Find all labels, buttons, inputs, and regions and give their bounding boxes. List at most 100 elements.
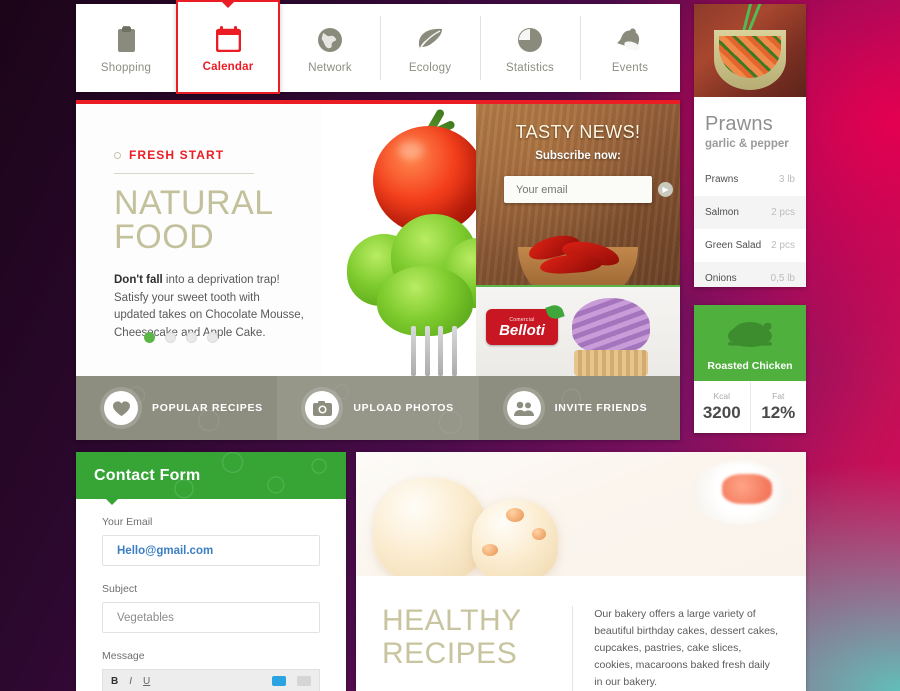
stat-kcal: Kcal 3200 bbox=[694, 381, 750, 433]
action-upload-photos[interactable]: UPLOAD PHOTOS bbox=[277, 376, 479, 440]
crumb-shape bbox=[532, 528, 546, 540]
fork-shape bbox=[411, 326, 457, 376]
play-arrow-icon[interactable]: ▶ bbox=[658, 182, 673, 197]
healthy-title-line-1: HEALTHY bbox=[382, 604, 522, 637]
color-swatch-blue-icon[interactable] bbox=[272, 676, 286, 686]
belloti-logo: Comercial Belloti bbox=[486, 302, 565, 345]
email-field[interactable]: Hello@gmail.com bbox=[102, 535, 320, 566]
leaf-icon bbox=[416, 23, 444, 53]
hero-panel: FRESH START NATURAL FOOD Don't fall into… bbox=[76, 100, 680, 440]
action-label: UPLOAD PHOTOS bbox=[353, 402, 454, 414]
contact-form-card: Contact Form Your Email Hello@gmail.com … bbox=[76, 452, 346, 691]
ingredient-row: Prawns 3 lb bbox=[694, 163, 806, 196]
subject-field[interactable]: Vegetables bbox=[102, 602, 320, 633]
nav-item-label: Shopping bbox=[100, 61, 152, 74]
healthy-title-line-2: RECIPES bbox=[382, 637, 518, 670]
hero-copy: FRESH START NATURAL FOOD Don't fall into… bbox=[114, 148, 344, 342]
healthy-recipes-text: Our bakery offers a large variety of bea… bbox=[594, 604, 780, 691]
hero-title: NATURAL FOOD bbox=[114, 186, 344, 254]
bold-button[interactable]: B bbox=[111, 676, 118, 687]
hero-description-bold: Don't fall bbox=[114, 274, 163, 286]
action-label: INVITE FRIENDS bbox=[554, 402, 648, 414]
nav-item-shopping[interactable]: Shopping bbox=[76, 4, 176, 92]
email-field-label: Your Email bbox=[102, 516, 153, 528]
ingredient-row: Onions 0,5 lb bbox=[694, 262, 806, 287]
healthy-recipes-card: HEALTHY RECIPES Our bakery offers a larg… bbox=[356, 452, 806, 691]
nav-item-events[interactable]: Events bbox=[580, 4, 680, 92]
carousel-dot-1[interactable] bbox=[144, 332, 155, 343]
recipe-image-prawns bbox=[694, 4, 806, 97]
healthy-recipes-title: HEALTHY RECIPES bbox=[382, 604, 572, 691]
message-field-label: Message bbox=[102, 650, 145, 662]
underline-button[interactable]: U bbox=[143, 676, 150, 687]
message-editor-toolbar: B I U bbox=[102, 669, 320, 691]
ingredient-qty: 2 pcs bbox=[771, 240, 795, 251]
brand-top-word: Comercial bbox=[509, 316, 535, 323]
hero-title-line-1: NATURAL bbox=[114, 184, 274, 222]
stat-key: Kcal bbox=[713, 391, 731, 401]
carousel-dot-2[interactable] bbox=[165, 332, 176, 343]
nav-item-label: Ecology bbox=[408, 61, 452, 74]
cupcake-image bbox=[568, 298, 654, 376]
carousel-dot-3[interactable] bbox=[186, 332, 197, 343]
active-tab-arrow-icon bbox=[222, 2, 234, 8]
chili-bowl-shape bbox=[518, 231, 638, 285]
hero-eyebrow-label: FRESH START bbox=[129, 148, 225, 162]
action-invite-friends[interactable]: INVITE FRIENDS bbox=[479, 376, 680, 440]
stat-value: 3200 bbox=[702, 403, 741, 422]
contact-form-header: Contact Form bbox=[76, 452, 346, 505]
recipe-title: Prawns bbox=[705, 113, 773, 135]
subject-field-label: Subject bbox=[102, 583, 138, 595]
bell-icon bbox=[616, 23, 644, 53]
newsletter-subtitle: Subscribe now: bbox=[535, 150, 621, 162]
hero-title-line-2: FOOD bbox=[114, 218, 215, 256]
brand-name: Belloti bbox=[499, 321, 545, 339]
crumb-shape bbox=[506, 508, 524, 522]
ingredient-row: Salmon 2 pcs bbox=[694, 196, 806, 229]
ingredient-name: Prawns bbox=[705, 174, 739, 185]
main-navigation: Shopping Calendar Network Ecology Statis bbox=[76, 0, 680, 94]
nav-item-calendar[interactable]: Calendar bbox=[176, 0, 280, 94]
italic-button[interactable]: I bbox=[129, 676, 132, 687]
color-swatch-gray-icon[interactable] bbox=[297, 676, 311, 686]
background-berry-shape bbox=[722, 474, 772, 504]
cupcake-frosting-shape bbox=[572, 298, 650, 354]
bullet-ring-icon bbox=[114, 151, 121, 159]
contact-form-fields: Your Email Hello@gmail.com Subject Veget… bbox=[76, 516, 346, 691]
clipboard-icon bbox=[115, 23, 138, 53]
promo-strip: Comercial Belloti bbox=[476, 285, 680, 376]
stat-fat: Fat 12% bbox=[749, 381, 807, 433]
nav-item-label: Network bbox=[308, 61, 352, 74]
nav-item-label: Events bbox=[611, 61, 649, 74]
newsletter-field[interactable]: ▶ bbox=[504, 176, 673, 203]
header-notch-icon bbox=[106, 499, 118, 505]
heart-icon bbox=[104, 391, 138, 425]
action-popular-recipes[interactable]: POPULAR RECIPES bbox=[76, 376, 277, 440]
users-icon bbox=[506, 391, 541, 425]
logo-leaf-icon bbox=[545, 302, 565, 322]
nav-item-statistics[interactable]: Statistics bbox=[480, 4, 580, 92]
nav-item-ecology[interactable]: Ecology bbox=[380, 4, 480, 92]
carousel-dot-4[interactable] bbox=[207, 332, 218, 343]
hero-action-bar: POPULAR RECIPES UPLOAD PHOTOS INVITE FRI… bbox=[76, 376, 680, 440]
ingredient-name: Salmon bbox=[705, 207, 739, 218]
newsletter-panel: TASTY NEWS! Subscribe now: ▶ bbox=[476, 104, 680, 285]
nav-item-label: Calendar bbox=[202, 60, 254, 73]
ingredient-name: Onions bbox=[705, 273, 737, 284]
stat-key: Fat bbox=[772, 391, 785, 401]
ingredient-row: Green Salad 2 pcs bbox=[694, 229, 806, 262]
ingredient-name: Green Salad bbox=[705, 240, 762, 251]
newsletter-title: TASTY NEWS! bbox=[515, 122, 641, 142]
nutrition-card-label: Roasted Chicken bbox=[707, 360, 793, 372]
nutrition-card: Roasted Chicken Kcal 3200 Fat 12% bbox=[694, 305, 806, 433]
stat-value: 12% bbox=[761, 403, 796, 422]
hero-eyebrow: FRESH START bbox=[114, 148, 344, 162]
roast-chicken-icon bbox=[694, 318, 806, 348]
carousel-dots bbox=[144, 332, 218, 343]
globe-icon bbox=[317, 23, 343, 53]
newsletter-email-input[interactable] bbox=[516, 183, 658, 196]
nutrition-card-header: Roasted Chicken bbox=[694, 305, 806, 381]
recipe-card: Prawns garlic & pepper Prawns 3 lb Salmo… bbox=[694, 4, 806, 287]
nav-item-network[interactable]: Network bbox=[280, 4, 380, 92]
healthy-recipes-image bbox=[356, 452, 806, 576]
